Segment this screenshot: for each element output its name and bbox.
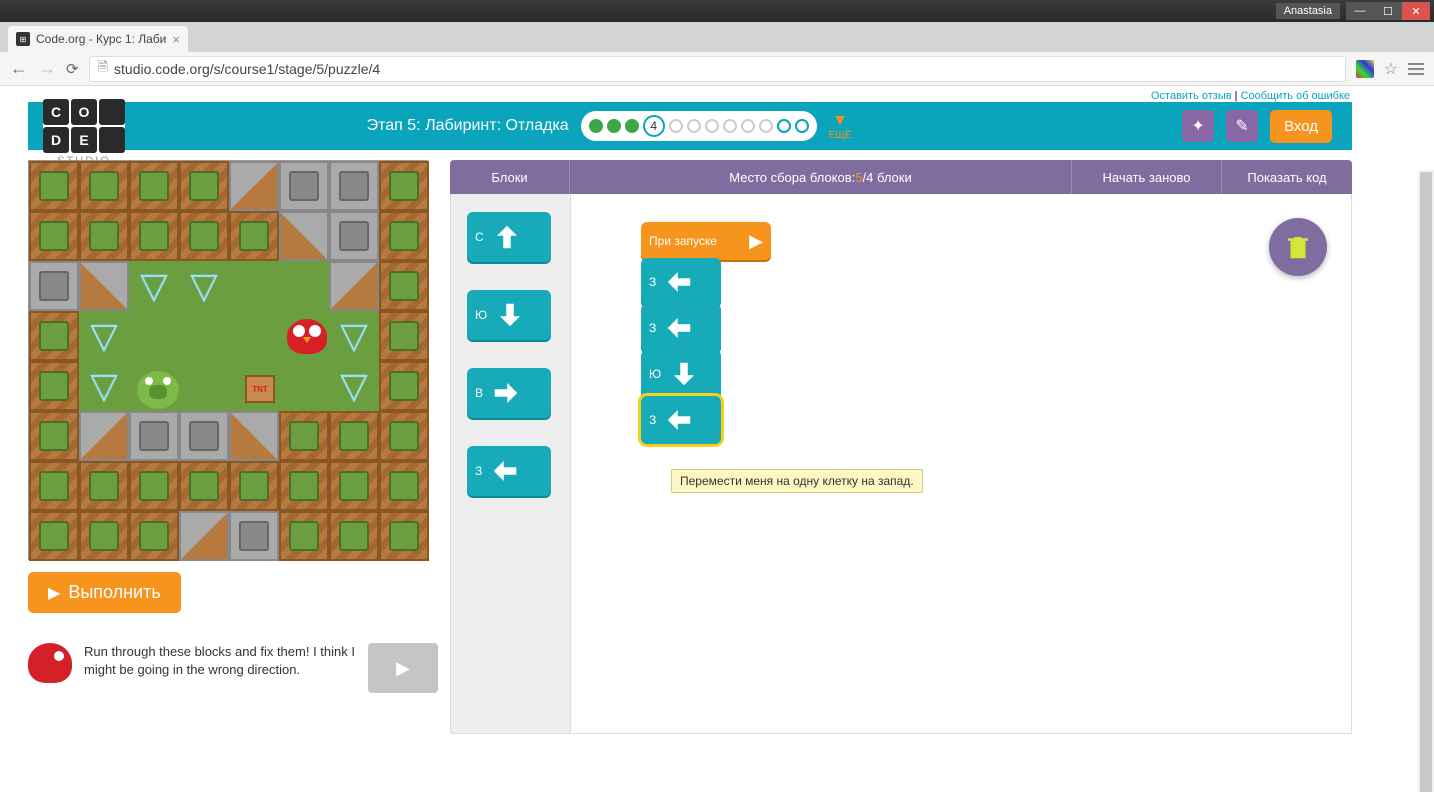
block-move-west[interactable]: З bbox=[641, 304, 721, 352]
main-area: TNT ▶ Выполнить Run through these blocks… bbox=[0, 150, 1380, 744]
stage-title: Этап 5: Лабиринт: Отладка bbox=[367, 117, 569, 135]
block-move-west-selected[interactable]: З bbox=[641, 396, 721, 444]
tab-strip: ⊞ Code.org - Курс 1: Лаби × bbox=[0, 22, 1434, 52]
toolbar-blocks-label: Блоки bbox=[450, 160, 570, 194]
nav-forward-button[interactable]: → bbox=[38, 58, 56, 79]
arrow-left-icon bbox=[488, 454, 522, 488]
top-links: Оставить отзыв | Сообщить об ошибке bbox=[0, 86, 1380, 102]
play-icon: ▶ bbox=[48, 583, 60, 603]
trash-button[interactable] bbox=[1269, 218, 1327, 276]
tab-close-icon[interactable]: × bbox=[172, 32, 180, 47]
block-move-west[interactable]: З bbox=[641, 258, 721, 306]
arrow-left-icon bbox=[662, 403, 696, 437]
page-scrollbar[interactable] bbox=[1418, 170, 1434, 792]
block-move-north[interactable]: С bbox=[467, 212, 551, 262]
block-move-south[interactable]: Ю bbox=[467, 290, 551, 340]
block-stack: При запуске ▶ З З bbox=[641, 224, 1351, 444]
page-icon: 🗎 bbox=[98, 58, 108, 80]
level-dot-todo[interactable] bbox=[705, 119, 719, 133]
address-bar: ← → ⟳ 🗎 studio.code.org/s/course1/stage/… bbox=[0, 52, 1434, 86]
level-dot-done[interactable] bbox=[607, 119, 621, 133]
header-bar: CO DE STUDIO Этап 5: Лабиринт: Отладка 4 bbox=[28, 102, 1352, 150]
workspace-toolbar: Блоки Место сбора блоков: 5 / 4 блоки На… bbox=[450, 160, 1352, 194]
scrollbar-thumb[interactable] bbox=[1420, 172, 1432, 792]
favicon-icon: ⊞ bbox=[16, 32, 30, 46]
hint-box: Run through these blocks and fix them! I… bbox=[28, 643, 438, 693]
angry-bird-sprite bbox=[287, 319, 327, 354]
feedback-link[interactable]: Оставить отзыв bbox=[1151, 90, 1232, 102]
nav-back-button[interactable]: ← bbox=[10, 58, 28, 79]
arrow-right-icon bbox=[489, 376, 523, 410]
arrow-left-icon bbox=[662, 311, 696, 345]
level-dot-end[interactable] bbox=[795, 119, 809, 133]
report-link[interactable]: Сообщить об ошибке bbox=[1241, 90, 1350, 102]
blockly-workspace: С Ю В З bbox=[450, 194, 1352, 734]
hint-video-thumbnail[interactable] bbox=[368, 643, 438, 693]
arrow-down-icon bbox=[493, 298, 527, 332]
url-input[interactable]: 🗎 studio.code.org/s/course1/stage/5/puzz… bbox=[89, 56, 1346, 82]
level-dot-done[interactable] bbox=[589, 119, 603, 133]
arrow-up-icon bbox=[490, 220, 524, 254]
page-content: Оставить отзыв | Сообщить об ошибке CO D… bbox=[0, 86, 1434, 792]
edit-button[interactable]: ✎ bbox=[1226, 110, 1258, 142]
block-when-run[interactable]: При запуске ▶ bbox=[641, 222, 771, 260]
block-canvas[interactable]: При запуске ▶ З З bbox=[571, 194, 1351, 733]
show-code-button[interactable]: Показать код bbox=[1222, 160, 1352, 194]
chevron-down-icon: ▼ bbox=[832, 112, 848, 130]
os-titlebar: Anastasia — ☐ ✕ bbox=[0, 0, 1434, 22]
workspace-column: Блоки Место сбора блоков: 5 / 4 блоки На… bbox=[450, 160, 1352, 734]
tab-title: Code.org - Курс 1: Лаби bbox=[36, 32, 166, 46]
code-studio-logo[interactable]: CO DE STUDIO bbox=[43, 99, 125, 167]
toolbar-block-count: Место сбора блоков: 5 / 4 блоки bbox=[570, 160, 1072, 194]
block-toolbox: С Ю В З bbox=[451, 194, 571, 733]
reset-button[interactable]: Начать заново bbox=[1072, 160, 1222, 194]
level-dot-done[interactable] bbox=[625, 119, 639, 133]
hint-bird-icon bbox=[28, 643, 72, 683]
block-move-east[interactable]: В bbox=[467, 368, 551, 418]
maze-game-area: TNT bbox=[28, 160, 428, 560]
level-dot-current[interactable]: 4 bbox=[643, 115, 665, 137]
bookmark-star-icon[interactable]: ☆ bbox=[1384, 59, 1398, 79]
level-dot-todo[interactable] bbox=[759, 119, 773, 133]
window-close-button[interactable]: ✕ bbox=[1402, 2, 1430, 20]
hint-text: Run through these blocks and fix them! I… bbox=[84, 643, 356, 679]
arrow-left-icon bbox=[662, 265, 696, 299]
rocket-button[interactable]: ✦ bbox=[1182, 110, 1214, 142]
window-maximize-button[interactable]: ☐ bbox=[1374, 2, 1402, 20]
left-column: TNT ▶ Выполнить Run through these blocks… bbox=[28, 160, 438, 734]
url-text: studio.code.org/s/course1/stage/5/puzzle… bbox=[114, 61, 380, 77]
progress-indicator: 4 bbox=[581, 111, 817, 141]
trash-icon bbox=[1283, 232, 1313, 262]
block-move-west[interactable]: З bbox=[467, 446, 551, 496]
arrow-down-icon bbox=[667, 357, 701, 391]
level-dot-todo[interactable] bbox=[723, 119, 737, 133]
level-dot-todo[interactable] bbox=[687, 119, 701, 133]
level-dot-todo[interactable] bbox=[741, 119, 755, 133]
level-dot-todo[interactable] bbox=[669, 119, 683, 133]
os-user-badge: Anastasia bbox=[1276, 3, 1340, 19]
extension-icon[interactable] bbox=[1356, 60, 1374, 78]
browser-menu-button[interactable] bbox=[1408, 63, 1424, 75]
play-icon: ▶ bbox=[749, 231, 763, 252]
browser-tab[interactable]: ⊞ Code.org - Курс 1: Лаби × bbox=[8, 26, 188, 52]
block-tooltip: Перемести меня на одну клетку на запад. bbox=[671, 469, 923, 493]
reload-button[interactable]: ⟳ bbox=[66, 60, 79, 78]
block-move-south[interactable]: Ю bbox=[641, 350, 721, 398]
window-minimize-button[interactable]: — bbox=[1346, 2, 1374, 20]
run-button[interactable]: ▶ Выполнить bbox=[28, 572, 181, 613]
more-levels-button[interactable]: ▼ ЕЩЁ bbox=[829, 112, 852, 141]
browser-window: ⊞ Code.org - Курс 1: Лаби × ← → ⟳ 🗎 stud… bbox=[0, 22, 1434, 792]
login-button[interactable]: Вход bbox=[1270, 110, 1332, 143]
pig-sprite bbox=[137, 371, 179, 409]
level-dot-end[interactable] bbox=[777, 119, 791, 133]
tnt-sprite: TNT bbox=[245, 375, 275, 403]
